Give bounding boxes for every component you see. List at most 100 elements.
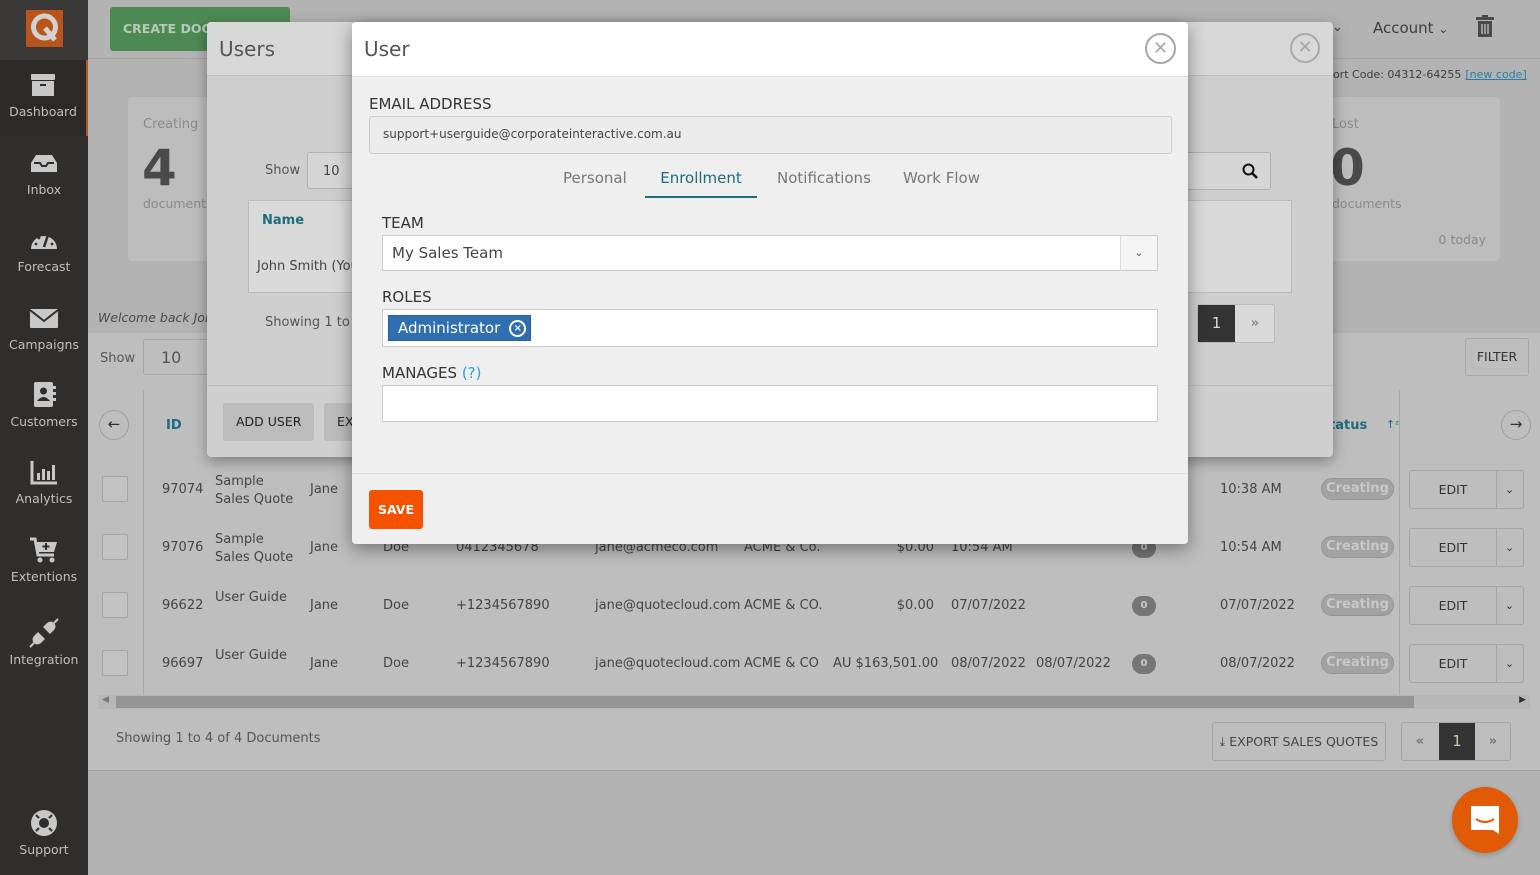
sidebar-item-inbox[interactable]: Inbox (0, 138, 88, 214)
sidebar-item-support[interactable]: Support (0, 798, 88, 874)
cell-updated: 10:38 AM (1220, 482, 1282, 497)
chevron-down-icon[interactable]: ⌄ (1496, 471, 1523, 508)
user-modal-title: User (364, 37, 410, 61)
sidebar-item-dashboard[interactable]: Dashboard (0, 60, 88, 136)
chevron-down-icon[interactable]: ⌄ (1496, 645, 1523, 682)
stat-value: 0 (1330, 139, 1365, 197)
edit-button-group: EDIT ⌄ (1409, 644, 1524, 683)
team-label: TEAM (382, 214, 424, 232)
support-code: ort Code: 04312-64255 [new code] (1333, 68, 1527, 81)
cell-updated: 10:54 AM (1220, 540, 1282, 555)
export-label: EXPORT SALES QUOTES (1229, 734, 1379, 749)
page-current[interactable]: 1 (1439, 723, 1475, 760)
help-link[interactable]: (?) (462, 364, 482, 382)
download-icon: ⤓ (1219, 734, 1226, 749)
cell-created: 07/07/2022 (951, 598, 1026, 613)
account-label: Account (1373, 19, 1434, 37)
stat-label: Lost (1332, 117, 1359, 132)
status-badge: Creating (1321, 594, 1394, 616)
stat-label: Creating (143, 117, 199, 132)
edit-button[interactable]: EDIT (1410, 645, 1497, 682)
scroll-left-icon[interactable]: ◀ (102, 695, 109, 705)
horizontal-scrollbar[interactable]: ◀ ▶ (98, 695, 1530, 709)
user-row-name[interactable]: John Smith (You) (257, 259, 364, 274)
team-select[interactable]: My Sales Team ⌄ (382, 235, 1158, 271)
prev-page-icon[interactable]: « (1402, 723, 1438, 760)
user-modal-footer: SAVE (352, 473, 1188, 544)
welcome-message: Welcome back John (98, 310, 221, 325)
nav-label: Campaigns (8, 337, 79, 352)
cell-last: Doe (383, 656, 409, 671)
remove-tag-icon[interactable]: × (509, 320, 527, 337)
row-checkbox[interactable] (102, 592, 128, 618)
cell-first: Jane (310, 540, 339, 555)
add-user-button[interactable]: ADD USER (223, 403, 315, 441)
trash-icon[interactable] (1476, 15, 1494, 37)
users-pagination: 1 » (1197, 304, 1275, 343)
manages-input[interactable] (382, 385, 1158, 422)
edit-button[interactable]: EDIT (1410, 529, 1497, 566)
chat-launcher-button[interactable] (1452, 787, 1518, 853)
export-sales-quotes-button[interactable]: ⤓ EXPORT SALES QUOTES (1212, 722, 1386, 761)
cell-id: 96622 (162, 598, 204, 613)
user-modal: User ✕ EMAIL ADDRESS support+userguide@c… (352, 22, 1188, 544)
close-icon[interactable]: ✕ (1290, 33, 1320, 63)
column-header-id[interactable]: ID (166, 418, 182, 433)
edit-button-group: EDIT ⌄ (1409, 470, 1524, 509)
sidebar-item-customers[interactable]: Customers (0, 370, 88, 446)
users-modal-title: Users (219, 37, 276, 61)
row-checkbox[interactable] (102, 534, 128, 560)
cell-updated: 08/07/2022 (1220, 656, 1295, 671)
sidebar: Dashboard Inbox Forecast Campaigns Custo… (0, 0, 88, 875)
showing-count: Showing 1 to 4 of 4 Documents (116, 731, 321, 746)
scroll-right-icon[interactable]: ▶ (1519, 695, 1526, 705)
next-page-icon[interactable]: » (1475, 723, 1511, 760)
chevron-down-icon[interactable]: ⌄ (1332, 20, 1343, 35)
tab-enrollment[interactable]: Enrollment (645, 165, 757, 198)
user-modal-header: User ✕ (352, 22, 1188, 77)
sidebar-item-analytics[interactable]: Analytics (0, 447, 88, 523)
cell-amount: $0.00 (896, 598, 934, 613)
status-badge: Creating (1321, 536, 1394, 558)
sort-az-icon[interactable]: ↑ᶻ (1386, 418, 1399, 431)
cell-sent: 08/07/2022 (1036, 656, 1111, 671)
arrow-left-icon[interactable]: ← (99, 410, 129, 440)
roles-input[interactable]: Administrator × (382, 309, 1158, 347)
edit-button[interactable]: EDIT (1410, 587, 1497, 624)
save-button[interactable]: SAVE (369, 490, 423, 529)
email-field[interactable]: support+userguide@corporateinteractive.c… (369, 116, 1172, 154)
count-badge: 0 (1132, 596, 1156, 616)
nav-label: Integration (9, 652, 79, 667)
row-checkbox[interactable] (102, 476, 128, 502)
cell-updated: 07/07/2022 (1220, 598, 1295, 613)
table-row[interactable]: 96697 User Guide Jane Doe +1234567890 jane@qu… (88, 640, 1540, 698)
next-page-icon[interactable]: » (1235, 305, 1275, 342)
column-header-name[interactable]: Name (262, 213, 304, 228)
tab-personal[interactable]: Personal (563, 165, 627, 198)
table-row[interactable]: 96622 User Guide Jane Doe +1234567890 jane@qu… (88, 582, 1540, 640)
edit-button[interactable]: EDIT (1410, 471, 1497, 508)
row-checkbox[interactable] (102, 650, 128, 676)
sidebar-item-extentions[interactable]: Extentions (0, 525, 88, 601)
scrollbar-thumb[interactable] (116, 696, 1414, 708)
sidebar-item-integration[interactable]: Integration (0, 608, 88, 684)
new-code-link[interactable]: [new code] (1465, 68, 1526, 81)
logo-q-icon (26, 10, 63, 47)
tab-notifications[interactable]: Notifications (777, 165, 871, 198)
column-header-status[interactable]: tatus (1329, 418, 1367, 433)
account-menu[interactable]: Account ⌄ (1373, 19, 1448, 37)
logo[interactable] (0, 0, 88, 60)
filter-button[interactable]: FILTER (1465, 338, 1529, 376)
cell-phone: +1234567890 (456, 656, 550, 671)
page-current[interactable]: 1 (1198, 305, 1235, 342)
chevron-down-icon[interactable]: ⌄ (1496, 529, 1523, 566)
tab-work-flow[interactable]: Work Flow (903, 165, 980, 198)
chevron-down-icon[interactable]: ⌄ (1496, 587, 1523, 624)
cell-phone: +1234567890 (456, 598, 550, 613)
close-icon[interactable]: ✕ (1145, 33, 1176, 64)
arrow-right-icon[interactable]: → (1501, 410, 1531, 440)
sidebar-item-campaigns[interactable]: Campaigns (0, 293, 88, 369)
chevron-down-icon[interactable]: ⌄ (1120, 236, 1157, 270)
sidebar-item-forecast[interactable]: Forecast (0, 215, 88, 291)
cell-id: 97076 (162, 540, 204, 555)
